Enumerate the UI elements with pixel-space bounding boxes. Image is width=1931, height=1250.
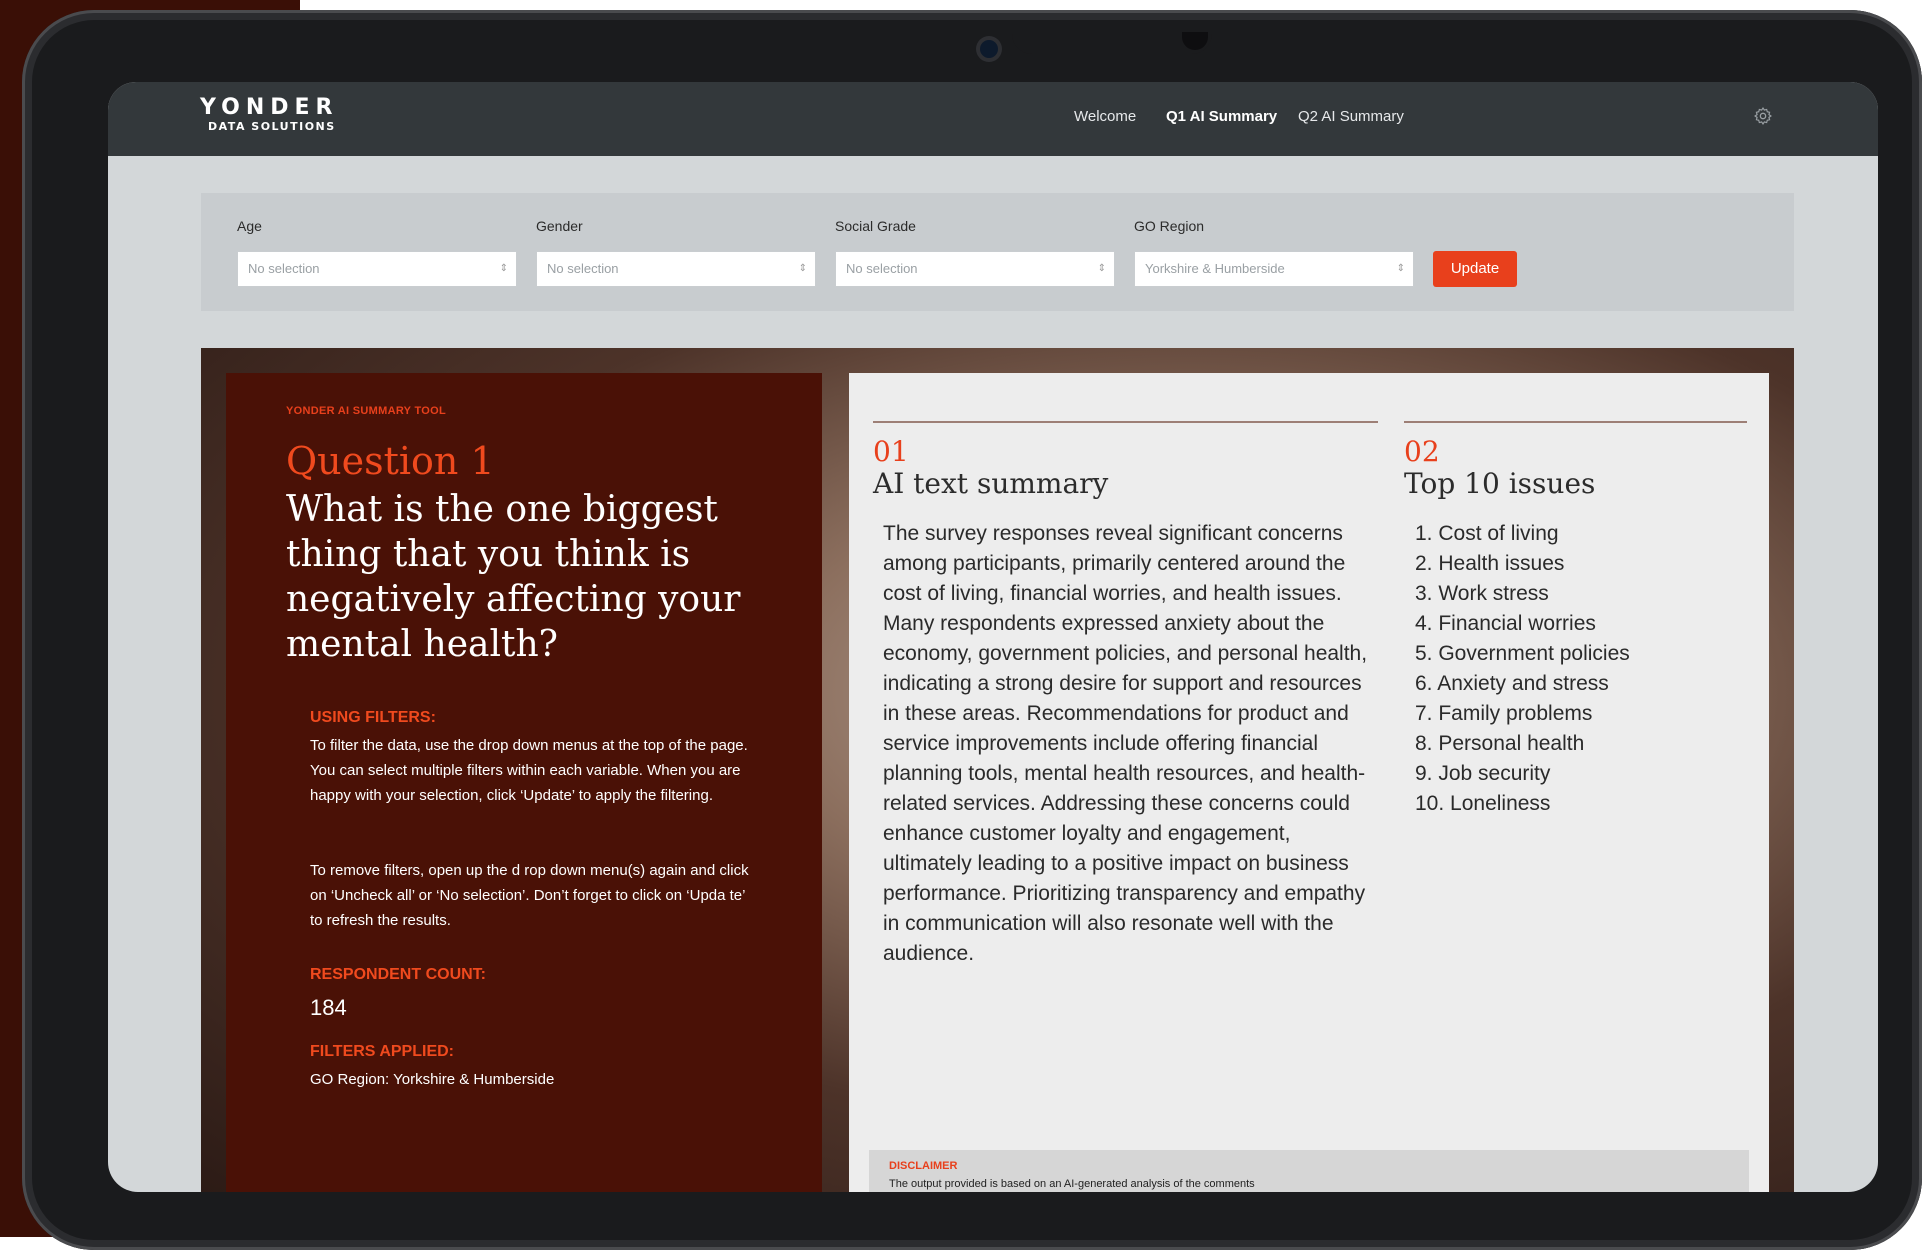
list-item: 9. Job security	[1415, 762, 1551, 785]
disclaimer-box: DISCLAIMER The output provided is based …	[869, 1150, 1749, 1192]
nav-q2-ai-summary[interactable]: Q2 AI Summary	[1298, 108, 1404, 125]
select-arrows-icon: ⇕	[499, 263, 508, 274]
age-select[interactable]: No selection ⇕	[237, 251, 517, 287]
gender-select[interactable]: No selection ⇕	[536, 251, 816, 287]
top-navigation-bar: YONDER DATA SOLUTIONS Welcome Q1 AI Summ…	[108, 82, 1878, 156]
list-item: 4. Financial worries	[1415, 612, 1596, 635]
question-text: What is the one biggest thing that you t…	[286, 489, 741, 665]
brand-subtitle: DATA SOLUTIONS	[208, 120, 336, 133]
camera-icon	[980, 40, 998, 58]
summary-text: The survey responses reveal significant …	[883, 522, 1368, 965]
list-item: 10. Loneliness	[1415, 792, 1551, 815]
go-region-select[interactable]: Yorkshire & Humberside ⇕	[1134, 251, 1414, 287]
list-item: 8. Personal health	[1415, 732, 1585, 755]
list-item: 1. Cost of living	[1415, 522, 1559, 545]
summary-divider	[873, 421, 1378, 423]
nav-q1-ai-summary[interactable]: Q1 AI Summary	[1166, 108, 1277, 125]
gender-select-value: No selection	[547, 261, 619, 276]
top-issues-list: 1. Cost of living 2. Health issues 3. Wo…	[1415, 519, 1630, 819]
issues-number: 02	[1404, 435, 1440, 468]
summary-number: 01	[873, 435, 909, 468]
list-item: 5. Government policies	[1415, 642, 1630, 665]
list-item: 7. Family problems	[1415, 702, 1593, 725]
social-grade-select-value: No selection	[846, 261, 918, 276]
brand-logo[interactable]: YONDER DATA SOLUTIONS	[200, 96, 339, 134]
tool-tag: YONDER AI SUMMARY TOOL	[286, 405, 446, 417]
disclaimer-text: The output provided is based on an AI-ge…	[889, 1178, 1255, 1190]
filters-applied-value: GO Region: Yorkshire & Humberside	[310, 1071, 555, 1088]
question-card: YONDER AI SUMMARY TOOL Question 1 What i…	[226, 373, 822, 1192]
tablet-frame: YONDER DATA SOLUTIONS Welcome Q1 AI Summ…	[22, 10, 1922, 1250]
list-item: 6. Anxiety and stress	[1415, 672, 1609, 695]
gear-icon[interactable]	[1753, 106, 1773, 126]
filter-label-go-region: GO Region	[1134, 218, 1205, 234]
filters-applied-heading: FILTERS APPLIED:	[310, 1043, 454, 1060]
using-filters-heading: USING FILTERS:	[310, 709, 436, 726]
respondent-count-heading: RESPONDENT COUNT:	[310, 966, 487, 983]
list-item: 2. Health issues	[1415, 552, 1565, 575]
summary-title: AI text summary	[873, 467, 1109, 500]
question-number: Question 1	[286, 439, 495, 483]
filter-label-age: Age	[237, 218, 262, 234]
disclaimer-heading: DISCLAIMER	[889, 1160, 958, 1172]
list-item: 3. Work stress	[1415, 582, 1549, 605]
social-grade-select[interactable]: No selection ⇕	[835, 251, 1115, 287]
select-arrows-icon: ⇕	[1396, 263, 1405, 274]
respondent-count-value: 184	[310, 995, 347, 1020]
brand-name: YONDER	[200, 95, 339, 120]
summary-card: 01 AI text summary The survey responses …	[849, 373, 1769, 1192]
results-panel: YONDER AI SUMMARY TOOL Question 1 What i…	[201, 348, 1794, 1192]
go-region-select-value: Yorkshire & Humberside	[1145, 261, 1285, 276]
using-filters-text-1: To filter the data, use the drop down me…	[310, 737, 748, 804]
tablet-screen: YONDER DATA SOLUTIONS Welcome Q1 AI Summ…	[108, 82, 1878, 1192]
select-arrows-icon: ⇕	[798, 263, 807, 274]
issues-title: Top 10 issues	[1404, 467, 1596, 500]
select-arrows-icon: ⇕	[1097, 263, 1106, 274]
filter-label-gender: Gender	[536, 218, 583, 234]
filter-bar: Age No selection ⇕ Gender No selection ⇕…	[201, 193, 1794, 311]
nav-welcome[interactable]: Welcome	[1074, 108, 1136, 125]
using-filters-text-2: To remove filters, open up the d rop dow…	[310, 862, 749, 929]
issues-divider	[1404, 421, 1747, 423]
filter-label-social-grade: Social Grade	[835, 218, 916, 234]
update-button[interactable]: Update	[1433, 251, 1517, 287]
age-select-value: No selection	[248, 261, 320, 276]
